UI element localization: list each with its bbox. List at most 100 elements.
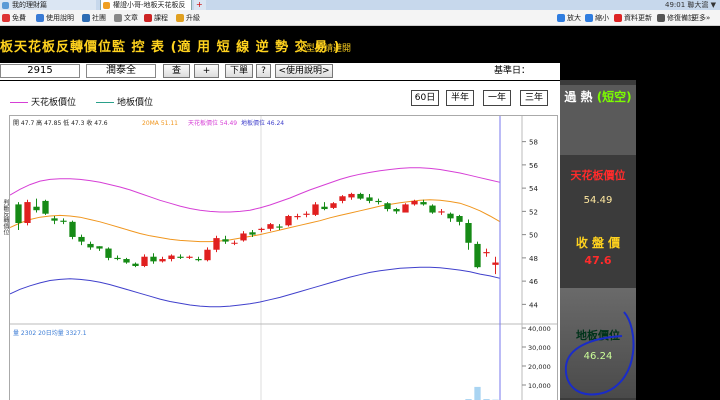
browser-tab-1[interactable]: 我的理財篇 bbox=[0, 0, 96, 10]
period-three-year-button[interactable]: 三年 bbox=[520, 90, 548, 106]
ceiling-price-label: 天花板價位 bbox=[570, 169, 626, 182]
period-60d-button[interactable]: 60日 bbox=[411, 90, 439, 106]
toolbar-more[interactable]: 更多» bbox=[692, 13, 710, 23]
video-icon bbox=[144, 14, 152, 22]
add-button[interactable]: + bbox=[194, 64, 219, 78]
candle-body bbox=[258, 228, 265, 230]
candle-body bbox=[78, 236, 85, 242]
title-bar: 板天花板反轉價位監 控 表 (適 用 短 線 逆 勢 交 易 ) 小型股請避開 bbox=[0, 26, 636, 62]
toolbar-item-community[interactable]: 社團 bbox=[82, 13, 106, 23]
toolbar-item-article[interactable]: 文章 bbox=[114, 13, 138, 23]
page-title: 板天花板反轉價位監 控 表 (適 用 短 線 逆 勢 交 易 ) bbox=[0, 40, 341, 55]
candle-body bbox=[231, 242, 238, 244]
badge-icon bbox=[2, 14, 10, 22]
candle-body bbox=[285, 216, 292, 226]
zoom-in-icon bbox=[557, 14, 565, 22]
candle-body bbox=[492, 262, 499, 265]
price-tick-label: 52 bbox=[529, 208, 538, 216]
candle-body bbox=[303, 213, 310, 215]
candle-body bbox=[87, 243, 94, 248]
legend-ceiling: 天花板價位 bbox=[10, 95, 76, 108]
toolbar-item-label: 使用說明 bbox=[46, 14, 74, 22]
annotation-stroke bbox=[564, 311, 635, 396]
legend-floor: 地板價位 bbox=[96, 95, 153, 108]
candle-body bbox=[321, 206, 328, 210]
candle-body bbox=[51, 218, 58, 221]
toolbar-item-label: 免費 bbox=[12, 14, 26, 22]
toolbar-zoom-out[interactable]: 縮小 bbox=[585, 13, 609, 23]
candle-body bbox=[474, 243, 481, 268]
price-tick-label: 56 bbox=[529, 162, 538, 170]
candle-body bbox=[438, 211, 445, 213]
candle-body bbox=[105, 248, 112, 258]
candle-body bbox=[375, 200, 382, 203]
price-tick-label: 46 bbox=[529, 278, 538, 286]
price-tick-label: 44 bbox=[529, 301, 538, 309]
document-icon bbox=[114, 14, 122, 22]
volume-info: 量 2302 20日均量 3327.1 bbox=[13, 329, 87, 337]
candle-body bbox=[141, 256, 148, 267]
floor-swatch bbox=[96, 102, 114, 103]
candle-body bbox=[195, 259, 202, 261]
browser-toolbar: 免費 使用說明 社團 文章 課程 升級 放大 縮小 資料更新 修復備註 更多» bbox=[0, 10, 720, 26]
toolbar-fix-notes[interactable]: 修復備註 bbox=[657, 13, 695, 23]
stock-code-input[interactable]: 2915 bbox=[0, 64, 80, 78]
help-icon bbox=[36, 14, 44, 22]
period-half-year-button[interactable]: 半年 bbox=[446, 90, 474, 106]
toolbar-item-free[interactable]: 免費 bbox=[2, 13, 26, 23]
toolbar-refresh[interactable]: 資料更新 bbox=[614, 13, 652, 23]
toolbar-item-label: 放大 bbox=[567, 14, 581, 22]
candle-body bbox=[60, 220, 67, 222]
floor-line bbox=[9, 266, 501, 308]
candle-body bbox=[420, 202, 427, 205]
candle-body bbox=[114, 257, 121, 260]
chart-svg: 開 47.7 高 47.85 低 47.3 收 47.6 20MA 51.11 … bbox=[9, 116, 557, 400]
price-tick-label: 58 bbox=[529, 139, 538, 147]
stock-name-field: 潤泰全 bbox=[86, 64, 156, 78]
candle-body bbox=[177, 256, 184, 258]
help-button[interactable]: ? bbox=[256, 64, 271, 78]
candle-body bbox=[150, 256, 157, 262]
candle-body bbox=[465, 223, 472, 243]
candle-body bbox=[24, 202, 31, 223]
query-button[interactable]: 查 bbox=[163, 64, 190, 78]
legend-floor-label: 地板價位 bbox=[117, 98, 154, 108]
price-tick-label: 54 bbox=[529, 185, 538, 193]
toolbar-zoom-in[interactable]: 放大 bbox=[557, 13, 581, 23]
candle-body bbox=[168, 255, 175, 260]
close-price-label: 收 盤 價 bbox=[575, 236, 621, 250]
page-icon bbox=[2, 2, 9, 9]
info-panel: 過 熱 (短空) 天花板價位 54.49 收 盤 價 47.6 地板價位 46.… bbox=[560, 80, 636, 400]
toolbar-item-upgrade[interactable]: 升級 bbox=[176, 13, 200, 23]
base-date-label: 基準日： bbox=[494, 66, 531, 76]
ceiling-line bbox=[9, 167, 501, 213]
candle-body bbox=[330, 203, 337, 208]
right-margin bbox=[636, 26, 720, 400]
browser-tab-2[interactable]: 權證小哥-地板天花板反 bbox=[100, 0, 192, 10]
candle-body bbox=[96, 246, 103, 249]
toolbar-item-help[interactable]: 使用說明 bbox=[36, 13, 74, 23]
people-icon bbox=[82, 14, 90, 22]
ceiling-price-value: 54.49 bbox=[583, 195, 613, 206]
candle-body bbox=[204, 249, 211, 261]
control-row-right bbox=[560, 63, 636, 80]
overheat-label: 過 熱 bbox=[564, 90, 593, 104]
toolbar-item-course[interactable]: 課程 bbox=[144, 13, 168, 23]
candle-body bbox=[447, 213, 454, 219]
usage-guide-button[interactable]: <使用說明> bbox=[275, 64, 333, 78]
app-area: 板天花板反轉價位監 控 表 (適 用 短 線 逆 勢 交 易 ) 小型股請避開 … bbox=[0, 26, 636, 400]
volume-tick-label: 40,000 bbox=[528, 325, 551, 333]
new-tab-button[interactable]: + bbox=[194, 0, 206, 10]
candle-body bbox=[384, 203, 391, 210]
toolbar-item-label: 社團 bbox=[92, 14, 106, 22]
price-tick-label: 48 bbox=[529, 255, 538, 263]
price-tick-label: 50 bbox=[529, 232, 538, 240]
candle-body bbox=[240, 233, 247, 241]
page-subtitle: 小型股請避開 bbox=[297, 44, 352, 54]
control-row: 2915 潤泰全 查 + 下單 ? <使用說明> 基準日： 20180212 bbox=[0, 63, 621, 80]
floor-info: 地板價位 46.24 bbox=[241, 119, 284, 127]
order-button[interactable]: 下單 bbox=[225, 64, 253, 78]
candle-body bbox=[222, 239, 229, 242]
period-one-year-button[interactable]: 一年 bbox=[483, 90, 511, 106]
toolbar-item-label: 資料更新 bbox=[624, 14, 652, 22]
